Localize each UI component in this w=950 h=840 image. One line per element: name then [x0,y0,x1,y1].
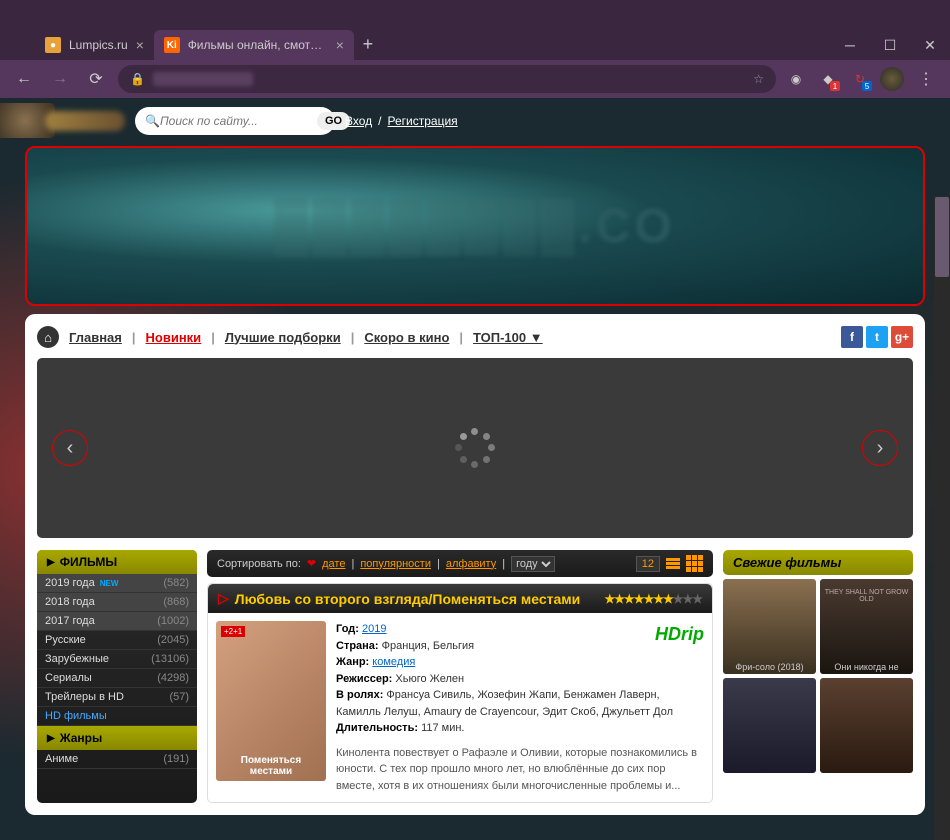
nav-best[interactable]: Лучшие подборки [219,330,347,345]
quality-badge: HDrip [655,621,704,648]
sidebar-heading-genres: Жанры [37,726,197,750]
movie-card: ▷ Любовь со второго взгляда/Поменяться м… [207,583,713,803]
scrollbar[interactable] [934,196,950,840]
tab-title: Lumpics.ru [69,38,128,52]
register-link[interactable]: Регистрация [388,114,458,128]
slider-next-button[interactable]: › [862,430,898,466]
browser-tab-lumpics[interactable]: ● Lumpics.ru × [35,30,154,60]
url-text [153,72,253,86]
sidebar-item[interactable]: Трейлеры в HD(57) [37,688,197,707]
movie-year-link[interactable]: 2019 [362,623,386,635]
sidebar-item[interactable]: 2017 года(1002) [37,612,197,631]
per-page[interactable]: 12 [636,556,660,572]
view-grid-icon[interactable] [686,555,703,572]
sort-year-select[interactable]: году [511,556,555,572]
extension-icon[interactable]: ◆1 [816,67,840,91]
nav-home[interactable]: Главная [63,330,128,345]
close-icon[interactable]: × [136,37,144,53]
favicon-icon: Ki [164,37,180,53]
view-list-icon[interactable] [666,558,680,569]
window-titlebar: ● Lumpics.ru × Ki Фильмы онлайн, смотрет… [0,0,950,60]
hero-slider: ‹ › [37,358,913,538]
new-tab-button[interactable]: + [354,30,382,58]
fresh-item[interactable]: THEY SHALL NOT GROW OLDОни никогда не [820,579,913,674]
nav-new[interactable]: Новинки [140,330,208,345]
movie-info: HDrip Год: 2019 Страна: Франция, Бельгия… [336,621,704,794]
banner-suffix: .CO [578,200,675,253]
back-button[interactable]: ← [10,65,38,93]
url-input[interactable]: 🔒 ☆ [118,65,776,93]
loading-spinner-icon [455,428,495,468]
facebook-icon[interactable]: f [841,326,863,348]
sort-bar: Сортировать по: ❤ дате | популярности | … [207,550,713,577]
movie-title[interactable]: Любовь со второго взгляда/Поменяться мес… [235,591,581,607]
browser-tab-active[interactable]: Ki Фильмы онлайн, смотреть бесп × [154,30,354,60]
twitter-icon[interactable]: t [866,326,888,348]
movie-description: Кинолента повествует о Рафаэле и Оливии,… [336,745,704,795]
movie-genre-link[interactable]: комедия [372,656,415,668]
extension-icon[interactable]: ↻5 [848,67,872,91]
home-icon[interactable]: ⌂ [37,326,59,348]
search-box: 🔍 GO [135,107,335,135]
login-link[interactable]: Вход [345,114,372,128]
forward-button[interactable]: → [46,65,74,93]
address-bar: ← → ⟳ 🔒 ☆ ◉ ◆1 ↻5 ⋮ [0,60,950,98]
search-input[interactable] [160,114,317,128]
fresh-item[interactable]: Фри-соло (2018) [723,579,816,674]
play-icon: ▷ [218,590,229,607]
main-nav: ⌂ Главная| Новинки| Лучшие подборки| Ско… [37,326,913,348]
sidebar-item[interactable]: Русские(2045) [37,631,197,650]
gplus-icon[interactable]: g+ [891,326,913,348]
profile-avatar[interactable] [880,67,904,91]
rating-stars[interactable]: ★★★★★★★★★★ [604,592,702,606]
sidebar-item[interactable]: Аниме(191) [37,750,197,769]
maximize-button[interactable]: ☐ [870,30,910,60]
close-icon[interactable]: × [336,37,344,53]
heart-icon: ❤ [307,557,316,570]
sidebar-item[interactable]: Зарубежные(13106) [37,650,197,669]
lock-icon: 🔒 [130,72,145,86]
minimize-button[interactable]: ─ [830,30,870,60]
star-icon[interactable]: ☆ [753,72,764,86]
sidebar: ФИЛЬМЫ 2019 года NEW(582) 2018 года(868)… [37,550,197,803]
fresh-movies: Свежие фильмы Фри-соло (2018) THEY SHALL… [723,550,913,803]
movie-poster[interactable]: +2+1 Поменяться местами [216,621,326,781]
sidebar-item[interactable]: HD фильмы [37,707,197,726]
sort-pop[interactable]: популярности [360,558,431,570]
close-button[interactable]: ✕ [910,30,950,60]
sidebar-heading-films: ФИЛЬМЫ [37,550,197,574]
sidebar-item[interactable]: Сериалы(4298) [37,669,197,688]
fresh-item[interactable] [723,678,816,773]
site-logo-text [45,111,125,131]
nav-top[interactable]: ТОП-100 ▼ [467,330,549,345]
sidebar-item[interactable]: 2019 года NEW(582) [37,574,197,593]
tab-title: Фильмы онлайн, смотреть бесп [188,38,328,52]
slider-prev-button[interactable]: ‹ [52,430,88,466]
search-icon: 🔍 [145,114,160,128]
hero-banner[interactable]: ████████.CO [25,146,925,306]
menu-button[interactable]: ⋮ [912,65,940,93]
extension-icon[interactable]: ◉ [784,67,808,91]
fresh-heading: Свежие фильмы [723,550,913,575]
nav-soon[interactable]: Скоро в кино [358,330,455,345]
sidebar-item[interactable]: 2018 года(868) [37,593,197,612]
sort-alpha[interactable]: алфавиту [446,558,496,570]
reload-button[interactable]: ⟳ [82,65,110,93]
favicon-icon: ● [45,37,61,53]
sort-date[interactable]: дате [322,558,345,570]
fresh-item[interactable] [820,678,913,773]
